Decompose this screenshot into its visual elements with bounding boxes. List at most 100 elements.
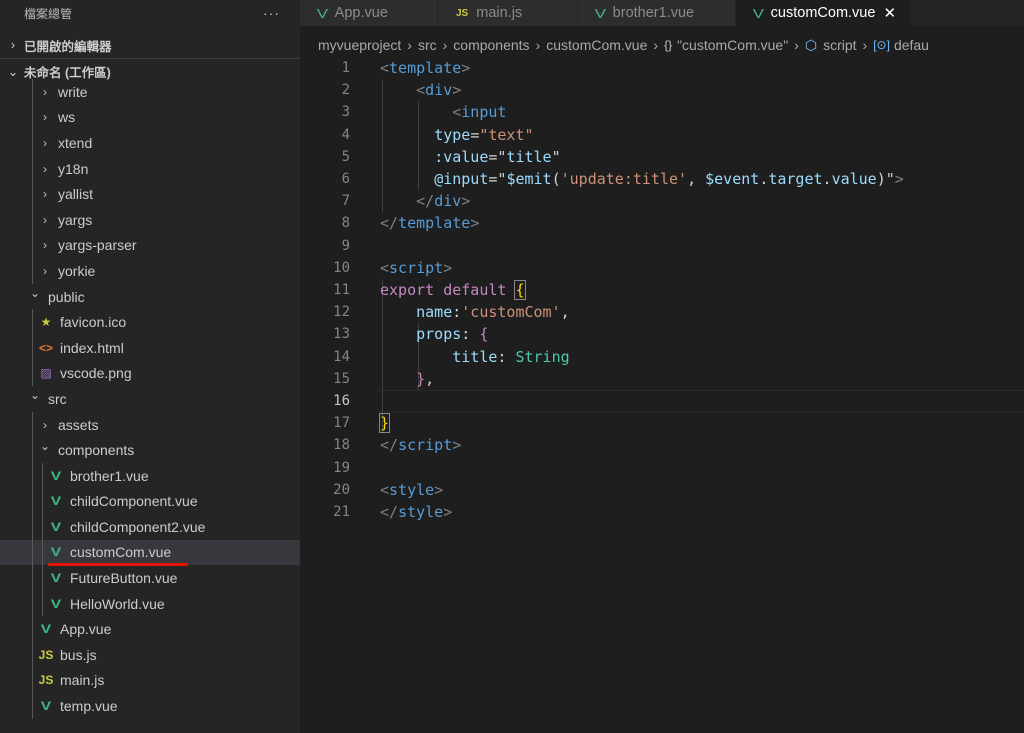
code-token: <	[416, 81, 426, 100]
tab-main-js[interactable]: JS main.js	[438, 0, 578, 26]
file-row[interactable]: Vbrother1.vue	[0, 462, 300, 489]
file-row[interactable]: VchildComponent2.vue	[0, 514, 300, 540]
tab-customcom-vue[interactable]: VcustomCom.vue ✕	[736, 0, 912, 26]
open-editors-section[interactable]: › 已開啟的編輯器	[0, 32, 300, 58]
code-token: script	[398, 436, 453, 455]
code-line: 4 type="text"	[300, 124, 1024, 146]
indent-guide	[32, 181, 33, 207]
vue-icon: V	[316, 5, 328, 21]
code-token: props	[416, 325, 462, 344]
code-token: <	[452, 103, 462, 122]
file-row[interactable]: Vtemp.vue	[0, 693, 300, 719]
code-token: >	[461, 59, 471, 77]
indent-guide	[42, 590, 43, 617]
folder-row[interactable]: › write	[0, 79, 300, 105]
folder-row[interactable]: › assets	[0, 411, 300, 438]
folder-row[interactable]: › y18n	[0, 155, 300, 182]
file-row[interactable]: VcustomCom.vue	[0, 539, 300, 566]
code-token: >	[470, 214, 480, 233]
indent-guide	[32, 104, 33, 131]
folder-row[interactable]: › yargs	[0, 206, 300, 233]
folder-row[interactable]: › yargs-parser	[0, 232, 300, 259]
tree-item-label: vscode.png	[60, 365, 132, 382]
folder-row[interactable]: › yallist	[0, 181, 300, 207]
code-token: $emit	[506, 170, 552, 188]
file-row[interactable]: V App.vue	[0, 616, 300, 643]
file-row[interactable]: V HelloWorld.vue	[0, 590, 300, 617]
more-actions-icon[interactable]: ···	[263, 5, 280, 21]
code-text: props: {	[380, 323, 488, 345]
indent-guide	[32, 514, 33, 540]
code-token: </	[416, 192, 435, 211]
code-token: 'update:title'	[560, 170, 688, 188]
file-row[interactable]: ▨ vscode.png	[0, 360, 300, 387]
tree-item-label: yargs-parser	[58, 237, 137, 254]
breadcrumb-item[interactable]: "customCom.vue"	[677, 37, 788, 53]
breadcrumb-item[interactable]: src	[418, 37, 437, 53]
code-token: </	[380, 503, 399, 521]
tree-item-label: yargs	[58, 211, 93, 228]
code-token: )"	[876, 170, 895, 188]
vue-icon: V	[594, 5, 606, 21]
breadcrumb: myvueproject › src › components › customCom.vu…	[300, 34, 1024, 56]
indent-guide	[42, 462, 43, 489]
code-text: </style>	[380, 501, 452, 523]
breadcrumb-item[interactable]: components	[453, 37, 529, 53]
folder-row[interactable]: ⌄ public	[0, 284, 300, 310]
line-number: 3	[341, 104, 350, 121]
chevron-right-icon: ›	[862, 37, 868, 53]
chevron-right-icon: ›	[43, 84, 47, 99]
close-icon[interactable]: ✕	[883, 4, 896, 22]
chevron-right-icon: ›	[43, 263, 47, 278]
tab-brother1-vue[interactable]: Vbrother1.vue	[578, 0, 736, 26]
file-row[interactable]: V FutureButton.vue	[0, 565, 300, 591]
breadcrumb-item[interactable]: customCom.vue	[546, 37, 647, 53]
file-row[interactable]: <> index.html	[0, 334, 300, 361]
code-token: {	[479, 325, 489, 344]
breadcrumb-item[interactable]: defau	[894, 37, 929, 53]
folder-row[interactable]: › yorkie	[0, 258, 300, 284]
code-token: ,	[687, 170, 706, 188]
code-token: </	[380, 436, 399, 455]
line-number: 11	[333, 282, 350, 298]
code-token: >	[452, 436, 462, 455]
chevron-down-icon: ⌄	[7, 64, 19, 79]
workspace-label: 未命名 (工作區)	[24, 65, 111, 80]
line-number: 8	[341, 215, 350, 232]
code-token: >	[443, 503, 453, 521]
code-token: String	[515, 347, 570, 366]
folder-row[interactable]: ⌄ src	[0, 386, 300, 412]
code-token: type	[434, 125, 471, 144]
tab-app-vue[interactable]: V App.vue	[300, 0, 438, 26]
file-row[interactable]: JS bus.js	[0, 642, 300, 668]
code-line: 9	[300, 235, 1024, 257]
code-token: @input	[434, 170, 489, 188]
code-line: 19	[300, 457, 1024, 479]
file-row[interactable]: VchildComponent.vue	[0, 488, 300, 515]
line-number: 16	[333, 393, 350, 409]
breadcrumb-item[interactable]: myvueproject	[318, 37, 401, 53]
code-text: }	[378, 412, 391, 434]
tree-item-label: ws	[58, 109, 76, 126]
code-token: title	[506, 147, 552, 166]
breadcrumb-item[interactable]: script	[823, 37, 856, 53]
code-line: 20 <style>	[300, 479, 1024, 501]
indent-guide	[32, 411, 33, 438]
code-token: >	[443, 258, 453, 277]
indent-guide	[42, 514, 43, 540]
folder-row[interactable]: › ws	[0, 104, 300, 131]
indent-guide	[32, 155, 33, 182]
code-token: div	[434, 192, 462, 211]
folder-row[interactable]: › xtend	[0, 130, 300, 156]
file-row[interactable]: JS main.js	[0, 667, 300, 694]
code-token: .	[822, 170, 832, 188]
code-editor[interactable]: 1 <template> 2 <div> 3 <input 4 type="text" 5…	[300, 57, 1024, 733]
code-line: 3 <input	[300, 101, 1024, 123]
folder-row[interactable]: ⌄ components	[0, 437, 300, 463]
file-row[interactable]: ★ favicon.ico	[0, 309, 300, 335]
